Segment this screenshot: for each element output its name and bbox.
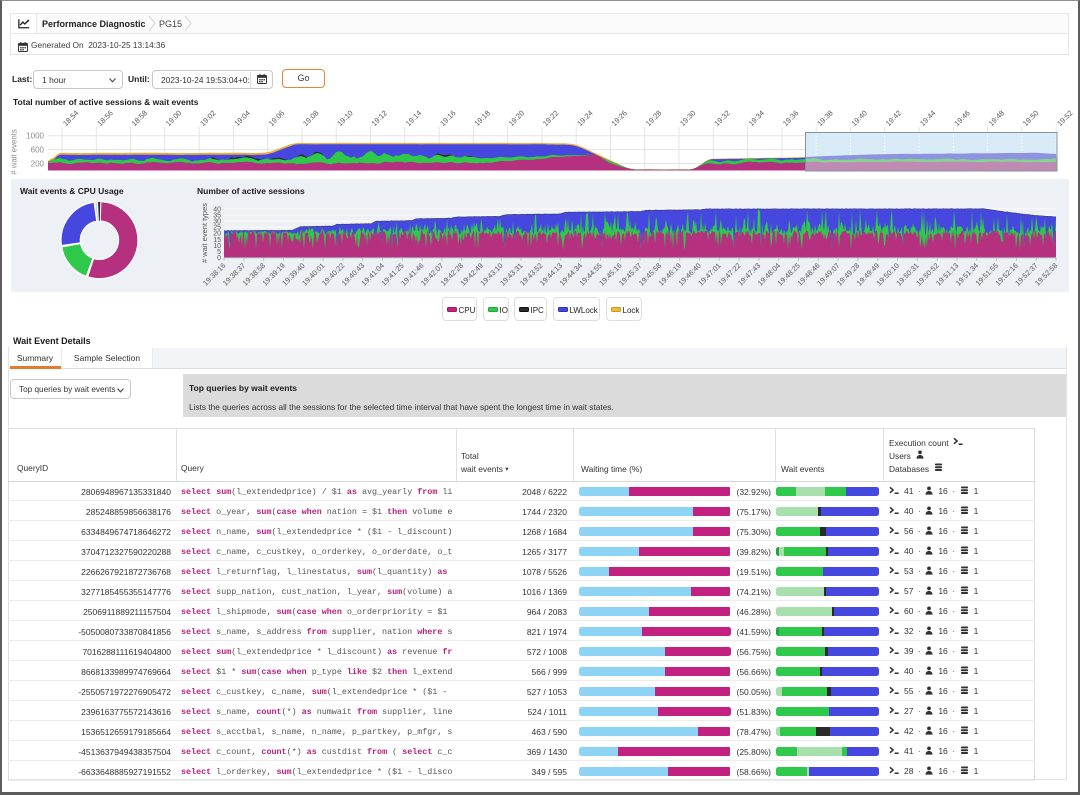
- svg-text:35: 35: [213, 213, 221, 220]
- svg-text:40: 40: [213, 206, 221, 213]
- svg-text:5: 5: [217, 249, 221, 256]
- svg-text:15: 15: [213, 237, 221, 244]
- svg-text:# wait event types: # wait event types: [200, 203, 209, 263]
- svg-text:25: 25: [213, 225, 221, 232]
- svg-text:10: 10: [213, 243, 221, 250]
- svg-text:20: 20: [213, 231, 221, 238]
- svg-text:30: 30: [213, 219, 221, 226]
